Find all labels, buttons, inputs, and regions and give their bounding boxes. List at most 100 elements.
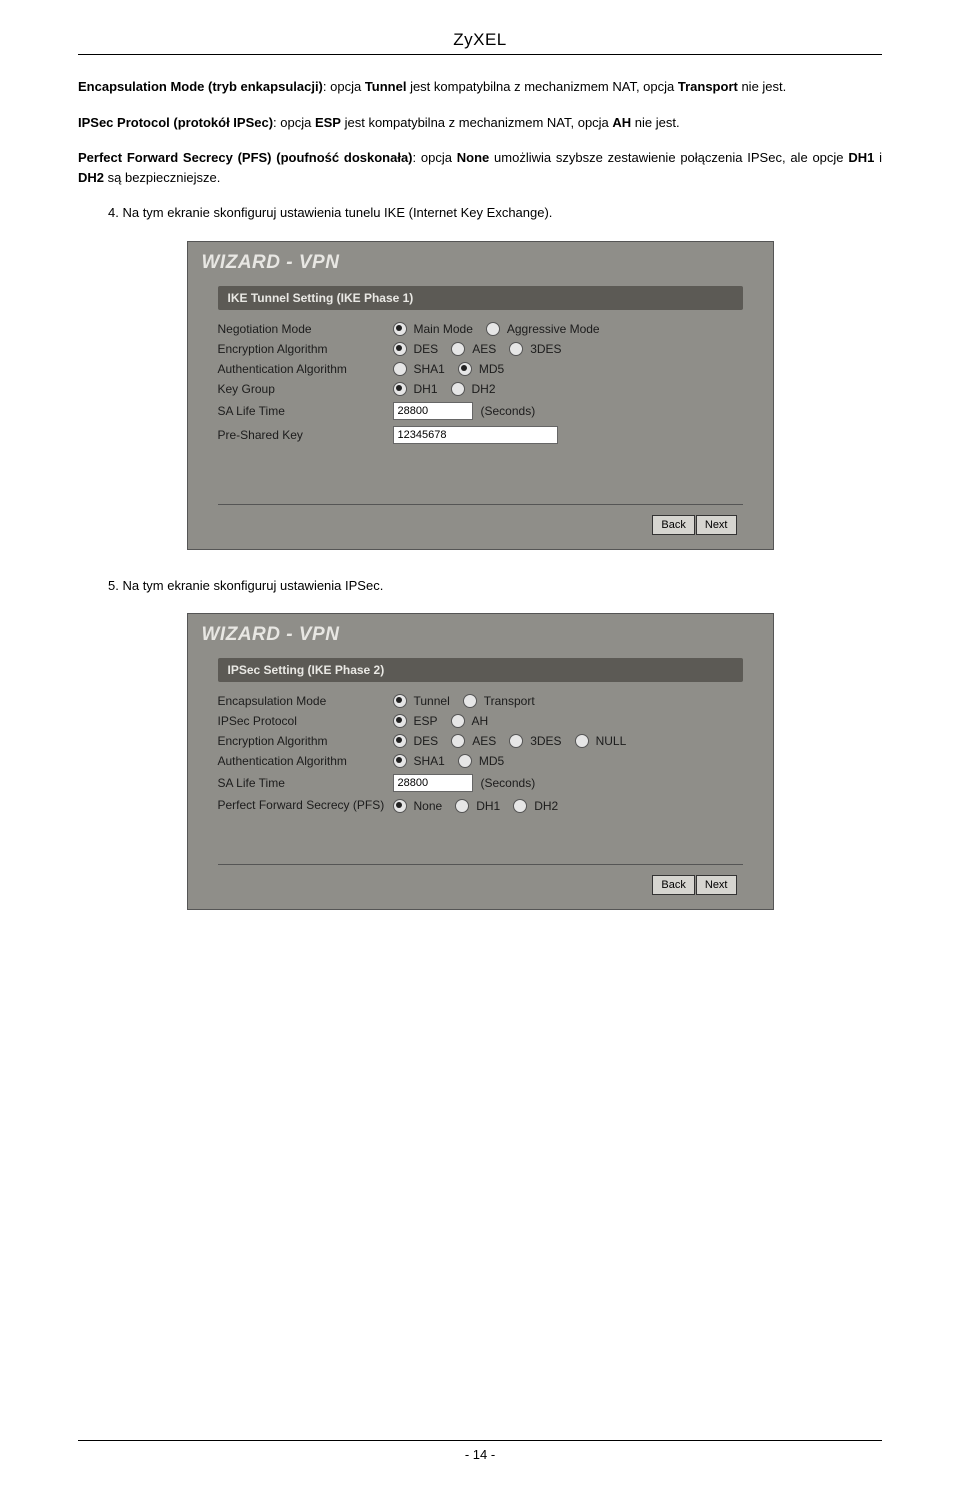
label-auth-algorithm: Authentication Algorithm <box>218 754 393 768</box>
radio-label: DH1 <box>414 382 438 396</box>
screenshot-ike-phase1: WIZARD - VPN IKE Tunnel Setting (IKE Pha… <box>187 241 774 550</box>
label-negotiation-mode: Negotiation Mode <box>218 322 393 336</box>
page-header-brand: ZyXEL <box>78 30 882 50</box>
unit-seconds: (Seconds) <box>481 404 536 418</box>
label-encapsulation-mode: Encapsulation Mode <box>218 694 393 708</box>
radio-sha1[interactable] <box>393 754 407 768</box>
term: AH <box>612 115 631 130</box>
paragraph-ipsec-protocol: IPSec Protocol (protokół IPSec): opcja E… <box>78 113 882 133</box>
term: ESP <box>315 115 341 130</box>
radio-label: MD5 <box>479 362 504 376</box>
label-key-group: Key Group <box>218 382 393 396</box>
radio-label: DES <box>414 342 439 356</box>
label-ipsec-protocol: IPSec Protocol <box>218 714 393 728</box>
paragraph-encapsulation: Encapsulation Mode (tryb enkapsulacji): … <box>78 77 882 97</box>
radio-aes[interactable] <box>451 342 465 356</box>
text: umożliwia szybsze zestawienie połączenia… <box>489 150 848 165</box>
radio-label: Main Mode <box>414 322 473 336</box>
radio-null[interactable] <box>575 734 589 748</box>
label-sa-life-time: SA Life Time <box>218 776 393 790</box>
text: jest kompatybilna z mechanizmem NAT, opc… <box>406 79 677 94</box>
radio-label: Tunnel <box>414 694 450 708</box>
label-sa-life-time: SA Life Time <box>218 404 393 418</box>
section-heading: IPSec Setting (IKE Phase 2) <box>218 658 743 682</box>
radio-dh2[interactable] <box>451 382 465 396</box>
radio-esp[interactable] <box>393 714 407 728</box>
radio-label: AES <box>472 342 496 356</box>
text: są bezpieczniejsze. <box>104 170 220 185</box>
radio-dh1[interactable] <box>393 382 407 396</box>
step-5: Na tym ekranie skonfiguruj ustawienia IP… <box>108 576 882 596</box>
radio-aes[interactable] <box>451 734 465 748</box>
wizard-title: WIZARD - VPN <box>188 614 773 658</box>
unit-seconds: (Seconds) <box>481 776 536 790</box>
radio-label: DH2 <box>472 382 496 396</box>
text: jest kompatybilna z mechanizmem NAT, opc… <box>341 115 612 130</box>
radio-none[interactable] <box>393 799 407 813</box>
term: DH2 <box>78 170 104 185</box>
radio-3des[interactable] <box>509 734 523 748</box>
radio-label: SHA1 <box>414 754 445 768</box>
section-heading: IKE Tunnel Setting (IKE Phase 1) <box>218 286 743 310</box>
radio-label: AES <box>472 734 496 748</box>
radio-sha1[interactable] <box>393 362 407 376</box>
footer-rule <box>78 1440 882 1441</box>
input-sa-life-time[interactable] <box>393 402 473 420</box>
label-auth-algorithm: Authentication Algorithm <box>218 362 393 376</box>
term: DH1 <box>848 150 874 165</box>
text: : opcja <box>413 150 457 165</box>
step-4: Na tym ekranie skonfiguruj ustawienia tu… <box>108 203 882 223</box>
radio-md5[interactable] <box>458 362 472 376</box>
radio-label: Aggressive Mode <box>507 322 600 336</box>
radio-label: DH1 <box>476 799 500 813</box>
text: nie jest. <box>738 79 786 94</box>
term: None <box>457 150 490 165</box>
radio-main-mode[interactable] <box>393 322 407 336</box>
input-sa-life-time[interactable] <box>393 774 473 792</box>
form-divider <box>218 864 743 865</box>
label-pre-shared-key: Pre-Shared Key <box>218 428 393 442</box>
radio-label: MD5 <box>479 754 504 768</box>
label-encryption-algorithm: Encryption Algorithm <box>218 342 393 356</box>
radio-des[interactable] <box>393 734 407 748</box>
text: nie jest. <box>631 115 679 130</box>
radio-3des[interactable] <box>509 342 523 356</box>
radio-ah[interactable] <box>451 714 465 728</box>
label-encryption-algorithm: Encryption Algorithm <box>218 734 393 748</box>
term: Transport <box>678 79 738 94</box>
header-rule <box>78 54 882 55</box>
back-button[interactable]: Back <box>652 515 694 535</box>
term: Encapsulation Mode (tryb enkapsulacji) <box>78 79 323 94</box>
radio-label: DES <box>414 734 439 748</box>
radio-dh1[interactable] <box>455 799 469 813</box>
radio-label: SHA1 <box>414 362 445 376</box>
radio-label: NULL <box>596 734 627 748</box>
radio-transport[interactable] <box>463 694 477 708</box>
term: Perfect Forward Secrecy (PFS) (poufność … <box>78 150 413 165</box>
radio-label: None <box>414 799 443 813</box>
radio-label: Transport <box>484 694 535 708</box>
radio-label: 3DES <box>530 734 561 748</box>
text: : opcja <box>323 79 365 94</box>
radio-label: ESP <box>414 714 438 728</box>
radio-aggressive-mode[interactable] <box>486 322 500 336</box>
page-number: - 14 - <box>78 1447 882 1462</box>
radio-tunnel[interactable] <box>393 694 407 708</box>
radio-label: 3DES <box>530 342 561 356</box>
text: : opcja <box>273 115 315 130</box>
paragraph-pfs: Perfect Forward Secrecy (PFS) (poufność … <box>78 148 882 187</box>
radio-des[interactable] <box>393 342 407 356</box>
next-button[interactable]: Next <box>696 875 737 895</box>
back-button[interactable]: Back <box>652 875 694 895</box>
next-button[interactable]: Next <box>696 515 737 535</box>
wizard-title: WIZARD - VPN <box>188 242 773 286</box>
term: Tunnel <box>365 79 407 94</box>
radio-label: AH <box>472 714 489 728</box>
input-pre-shared-key[interactable] <box>393 426 558 444</box>
term: IPSec Protocol (protokół IPSec) <box>78 115 273 130</box>
label-pfs: Perfect Forward Secrecy (PFS) <box>218 798 393 814</box>
radio-md5[interactable] <box>458 754 472 768</box>
radio-label: DH2 <box>534 799 558 813</box>
form-divider <box>218 504 743 505</box>
radio-dh2[interactable] <box>513 799 527 813</box>
